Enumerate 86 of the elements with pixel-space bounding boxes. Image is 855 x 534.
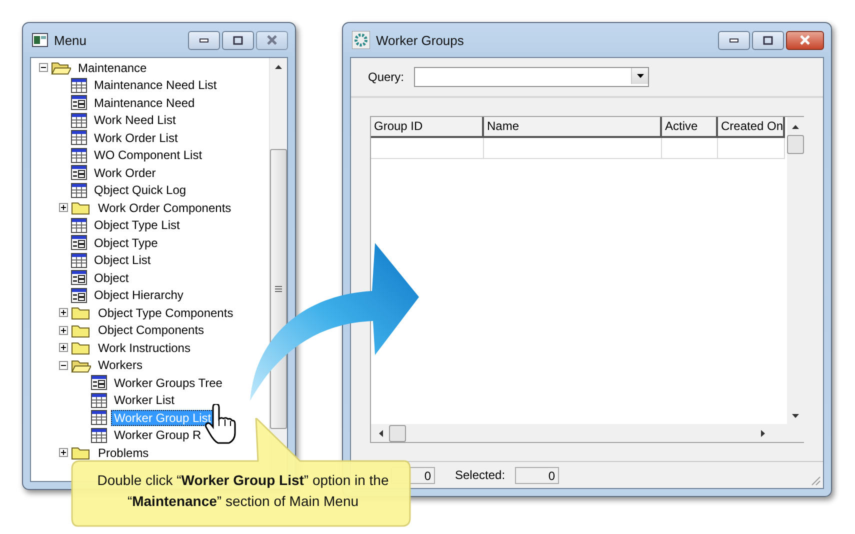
table-icon — [91, 410, 107, 426]
scroll-left-arrow-icon[interactable] — [379, 430, 383, 436]
expand-icon[interactable] — [59, 448, 68, 458]
maximize-button[interactable] — [222, 30, 254, 50]
selected-label: Selected: — [455, 468, 506, 482]
tree-item[interactable]: Worker Group R — [111, 427, 204, 444]
scroll-right-arrow-icon[interactable] — [761, 430, 765, 436]
tree-item[interactable]: Maintenance Need — [91, 94, 198, 111]
tree-item[interactable]: WO Component List — [91, 147, 206, 164]
expand-icon[interactable] — [59, 308, 68, 318]
maximize-icon — [233, 36, 243, 44]
maximize-button[interactable] — [752, 30, 784, 50]
minimize-button[interactable] — [718, 30, 750, 50]
tree-item[interactable]: Object — [91, 270, 132, 286]
form-icon — [71, 95, 87, 110]
table-icon — [91, 428, 107, 443]
table-icon — [71, 112, 87, 128]
form-icon — [71, 165, 87, 180]
tree-item[interactable]: Maintenance — [75, 60, 150, 76]
maximize-icon — [763, 36, 773, 44]
open-folder-icon — [71, 358, 91, 373]
callout-text: Double click “Worker Group List” option in the “Maintenance” section of Main Menu — [96, 471, 390, 511]
scroll-up-arrow-icon[interactable] — [275, 65, 282, 69]
table-icon — [71, 78, 87, 93]
folder-icon — [71, 200, 91, 216]
table-cell — [718, 138, 785, 159]
table-icon — [71, 148, 87, 163]
close-button[interactable] — [786, 30, 824, 50]
tree-item[interactable]: Work Instructions — [95, 340, 194, 356]
minimize-icon — [199, 37, 209, 43]
form-icon — [71, 235, 87, 250]
tree-item[interactable]: Maintenance Need List — [91, 77, 220, 94]
tree-item[interactable]: Work Order Components — [95, 200, 234, 216]
close-icon — [799, 35, 811, 45]
form-icon — [71, 288, 87, 303]
column-header[interactable]: Group ID — [371, 117, 484, 138]
window-title: Worker Groups — [376, 32, 465, 48]
form-icon — [91, 375, 107, 390]
table-icon — [91, 392, 107, 408]
open-folder-icon — [51, 60, 71, 76]
minimize-icon — [729, 37, 739, 43]
form-icon — [71, 270, 87, 286]
query-label: Query: — [368, 70, 404, 84]
scroll-thumb[interactable] — [787, 135, 804, 154]
expand-icon[interactable] — [59, 326, 68, 335]
scroll-down-arrow-icon[interactable] — [792, 414, 799, 418]
tree-item[interactable]: Problems — [95, 444, 152, 461]
column-header[interactable]: Active — [662, 117, 718, 138]
tree-item[interactable]: Object Hierarchy — [91, 287, 186, 304]
expand-icon[interactable] — [59, 343, 68, 352]
tree-item[interactable]: Object Type — [91, 234, 161, 251]
table-cell — [662, 138, 718, 159]
table-icon — [71, 182, 87, 198]
tree-item[interactable]: Object Components — [95, 322, 208, 338]
tree-item[interactable]: Qbject Quick Log — [91, 182, 190, 198]
app-icon — [32, 33, 48, 47]
table-icon — [71, 218, 87, 233]
scroll-up-arrow-icon[interactable] — [792, 125, 799, 129]
scroll-thumb[interactable] — [389, 424, 406, 442]
collapse-icon[interactable] — [59, 360, 68, 370]
tree-item[interactable]: Worker Groups Tree — [111, 374, 226, 391]
folder-icon — [71, 322, 91, 338]
dropdown-arrow-icon[interactable] — [636, 74, 644, 78]
tree-item[interactable]: Work Need List — [91, 112, 179, 128]
window-title: Menu — [54, 32, 88, 48]
folder-icon — [71, 445, 91, 460]
expand-icon[interactable] — [59, 203, 68, 212]
table-icon — [71, 252, 87, 268]
tree-item[interactable]: Object Type List — [91, 217, 183, 234]
tree-item[interactable]: Object List — [91, 252, 154, 268]
tree-item[interactable]: Work Order — [91, 164, 159, 181]
tree-item[interactable]: Workers — [95, 357, 146, 374]
close-icon — [266, 35, 278, 45]
column-header[interactable]: Name — [484, 117, 662, 138]
folder-icon — [71, 305, 91, 320]
folder-icon — [71, 340, 91, 356]
collapse-icon[interactable] — [39, 63, 48, 72]
gear-cluster-icon — [352, 31, 370, 49]
tree-item[interactable]: Object Type Components — [95, 304, 236, 321]
selected-count-field: 0 — [515, 466, 560, 484]
tree-item[interactable]: Worker List — [111, 392, 178, 408]
minimize-button[interactable] — [188, 30, 220, 50]
tree-item[interactable]: Work Order List — [91, 130, 181, 146]
table-icon — [71, 130, 87, 146]
column-header[interactable]: Created On — [718, 117, 785, 138]
resize-grip-icon[interactable] — [810, 475, 821, 486]
